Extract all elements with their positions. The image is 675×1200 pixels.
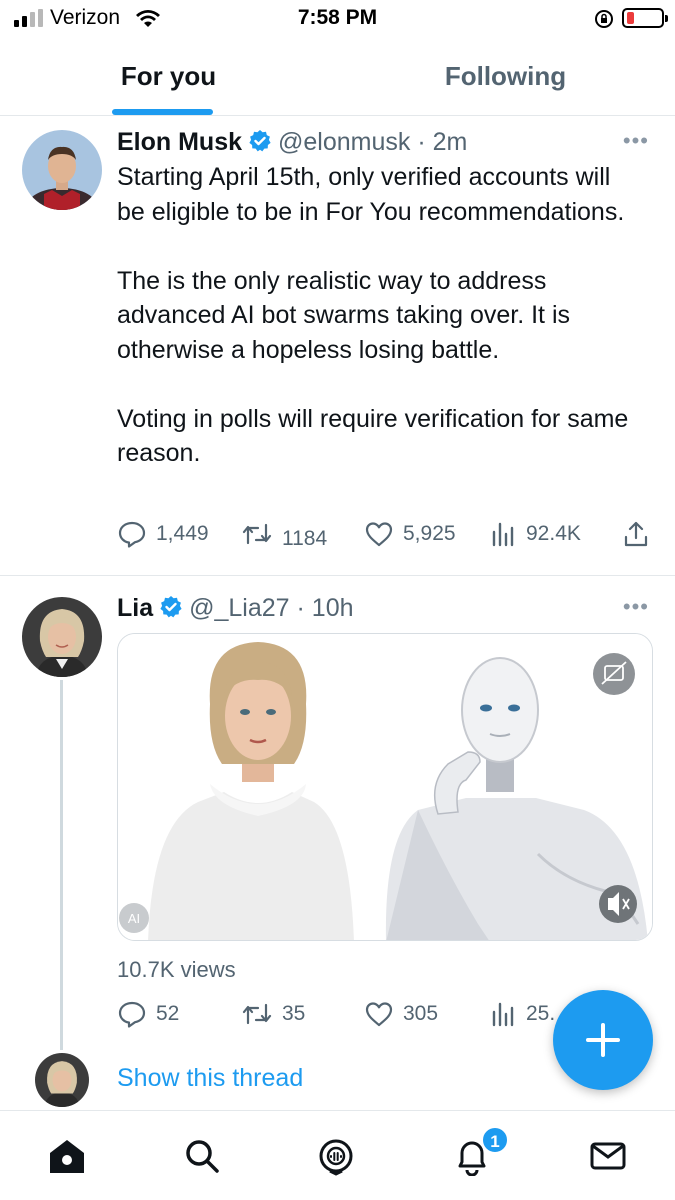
search-icon[interactable]: [182, 1136, 222, 1176]
bottom-navigation: 1: [0, 1110, 675, 1200]
video-thumbnail: AI: [118, 634, 652, 940]
tweet[interactable]: Elon Musk @elonmusk · 2m ••• Starting Apr…: [0, 0, 675, 575]
views-button[interactable]: 92.4K: [489, 519, 581, 549]
home-icon[interactable]: [47, 1136, 87, 1176]
views-chart-icon: [492, 1002, 514, 1027]
tweet-header: Elon Musk @elonmusk · 2m: [117, 128, 468, 156]
tweet-header: Lia @_Lia27 · 10h: [117, 594, 354, 622]
author-handle[interactable]: @_Lia27: [189, 594, 289, 622]
views-count: 25.: [526, 1002, 556, 1025]
author-name[interactable]: Lia: [117, 594, 153, 622]
share-button[interactable]: [621, 519, 660, 549]
views-chart-icon: [492, 522, 514, 547]
tweet-paragraph: Starting April 15th, only verified accou…: [117, 163, 625, 226]
like-button[interactable]: 5,925: [364, 519, 456, 549]
verified-badge-icon: [249, 130, 271, 152]
heart-icon: [365, 1002, 393, 1027]
reply-count: 1,449: [156, 522, 209, 545]
like-count: 305: [403, 1002, 439, 1025]
like-count: 5,925: [403, 522, 456, 545]
tweet-actions: 1,449 1184 5,925 92.4K: [117, 519, 657, 553]
views-button[interactable]: 25.: [489, 999, 555, 1029]
retweet-icon: [242, 1003, 272, 1025]
retweet-count: 1184: [282, 527, 328, 550]
retweet-button[interactable]: 1184: [241, 519, 328, 550]
retweet-count: 35: [282, 1002, 306, 1025]
heart-icon: [365, 522, 393, 547]
tweet-paragraph: Voting in polls will require verificatio…: [117, 404, 629, 468]
thread-avatar[interactable]: [35, 1053, 89, 1107]
show-thread-link[interactable]: Show this thread: [117, 1064, 303, 1093]
like-button[interactable]: 305: [364, 999, 438, 1029]
author-name[interactable]: Elon Musk: [117, 128, 242, 156]
media-video[interactable]: AI: [117, 633, 653, 941]
avatar[interactable]: [22, 597, 102, 677]
tweet-text: Starting April 15th, only verified accou…: [117, 160, 637, 471]
reply-button[interactable]: 52: [117, 999, 179, 1029]
author-handle[interactable]: @elonmusk: [278, 128, 410, 156]
ai-label-text: AI: [128, 911, 140, 926]
avatar[interactable]: [22, 130, 102, 210]
notifications-badge: 1: [481, 1126, 509, 1154]
reply-button[interactable]: 1,449: [117, 519, 209, 549]
thread-connector-line: [60, 680, 63, 1050]
retweet-button[interactable]: 35: [241, 999, 305, 1029]
retweet-icon: [242, 523, 272, 545]
tweet-time[interactable]: 2m: [433, 128, 468, 156]
verified-badge-icon: [160, 596, 182, 618]
view-count-label: 10.7K views: [117, 957, 236, 982]
reply-icon: [118, 521, 146, 548]
tweet-time[interactable]: 10h: [312, 594, 354, 622]
plus-icon: [586, 1023, 620, 1057]
tweet-paragraph: The is the only realistic way to address…: [117, 266, 571, 364]
compose-tweet-button[interactable]: [553, 990, 653, 1090]
reply-icon: [118, 1001, 146, 1028]
more-options-icon[interactable]: •••: [623, 594, 649, 620]
share-icon: [624, 521, 648, 547]
views-count: 92.4K: [526, 522, 581, 545]
spaces-icon[interactable]: [316, 1136, 356, 1176]
more-options-icon[interactable]: •••: [623, 128, 649, 154]
messages-mail-icon[interactable]: [588, 1136, 628, 1176]
reply-count: 52: [156, 1002, 180, 1025]
